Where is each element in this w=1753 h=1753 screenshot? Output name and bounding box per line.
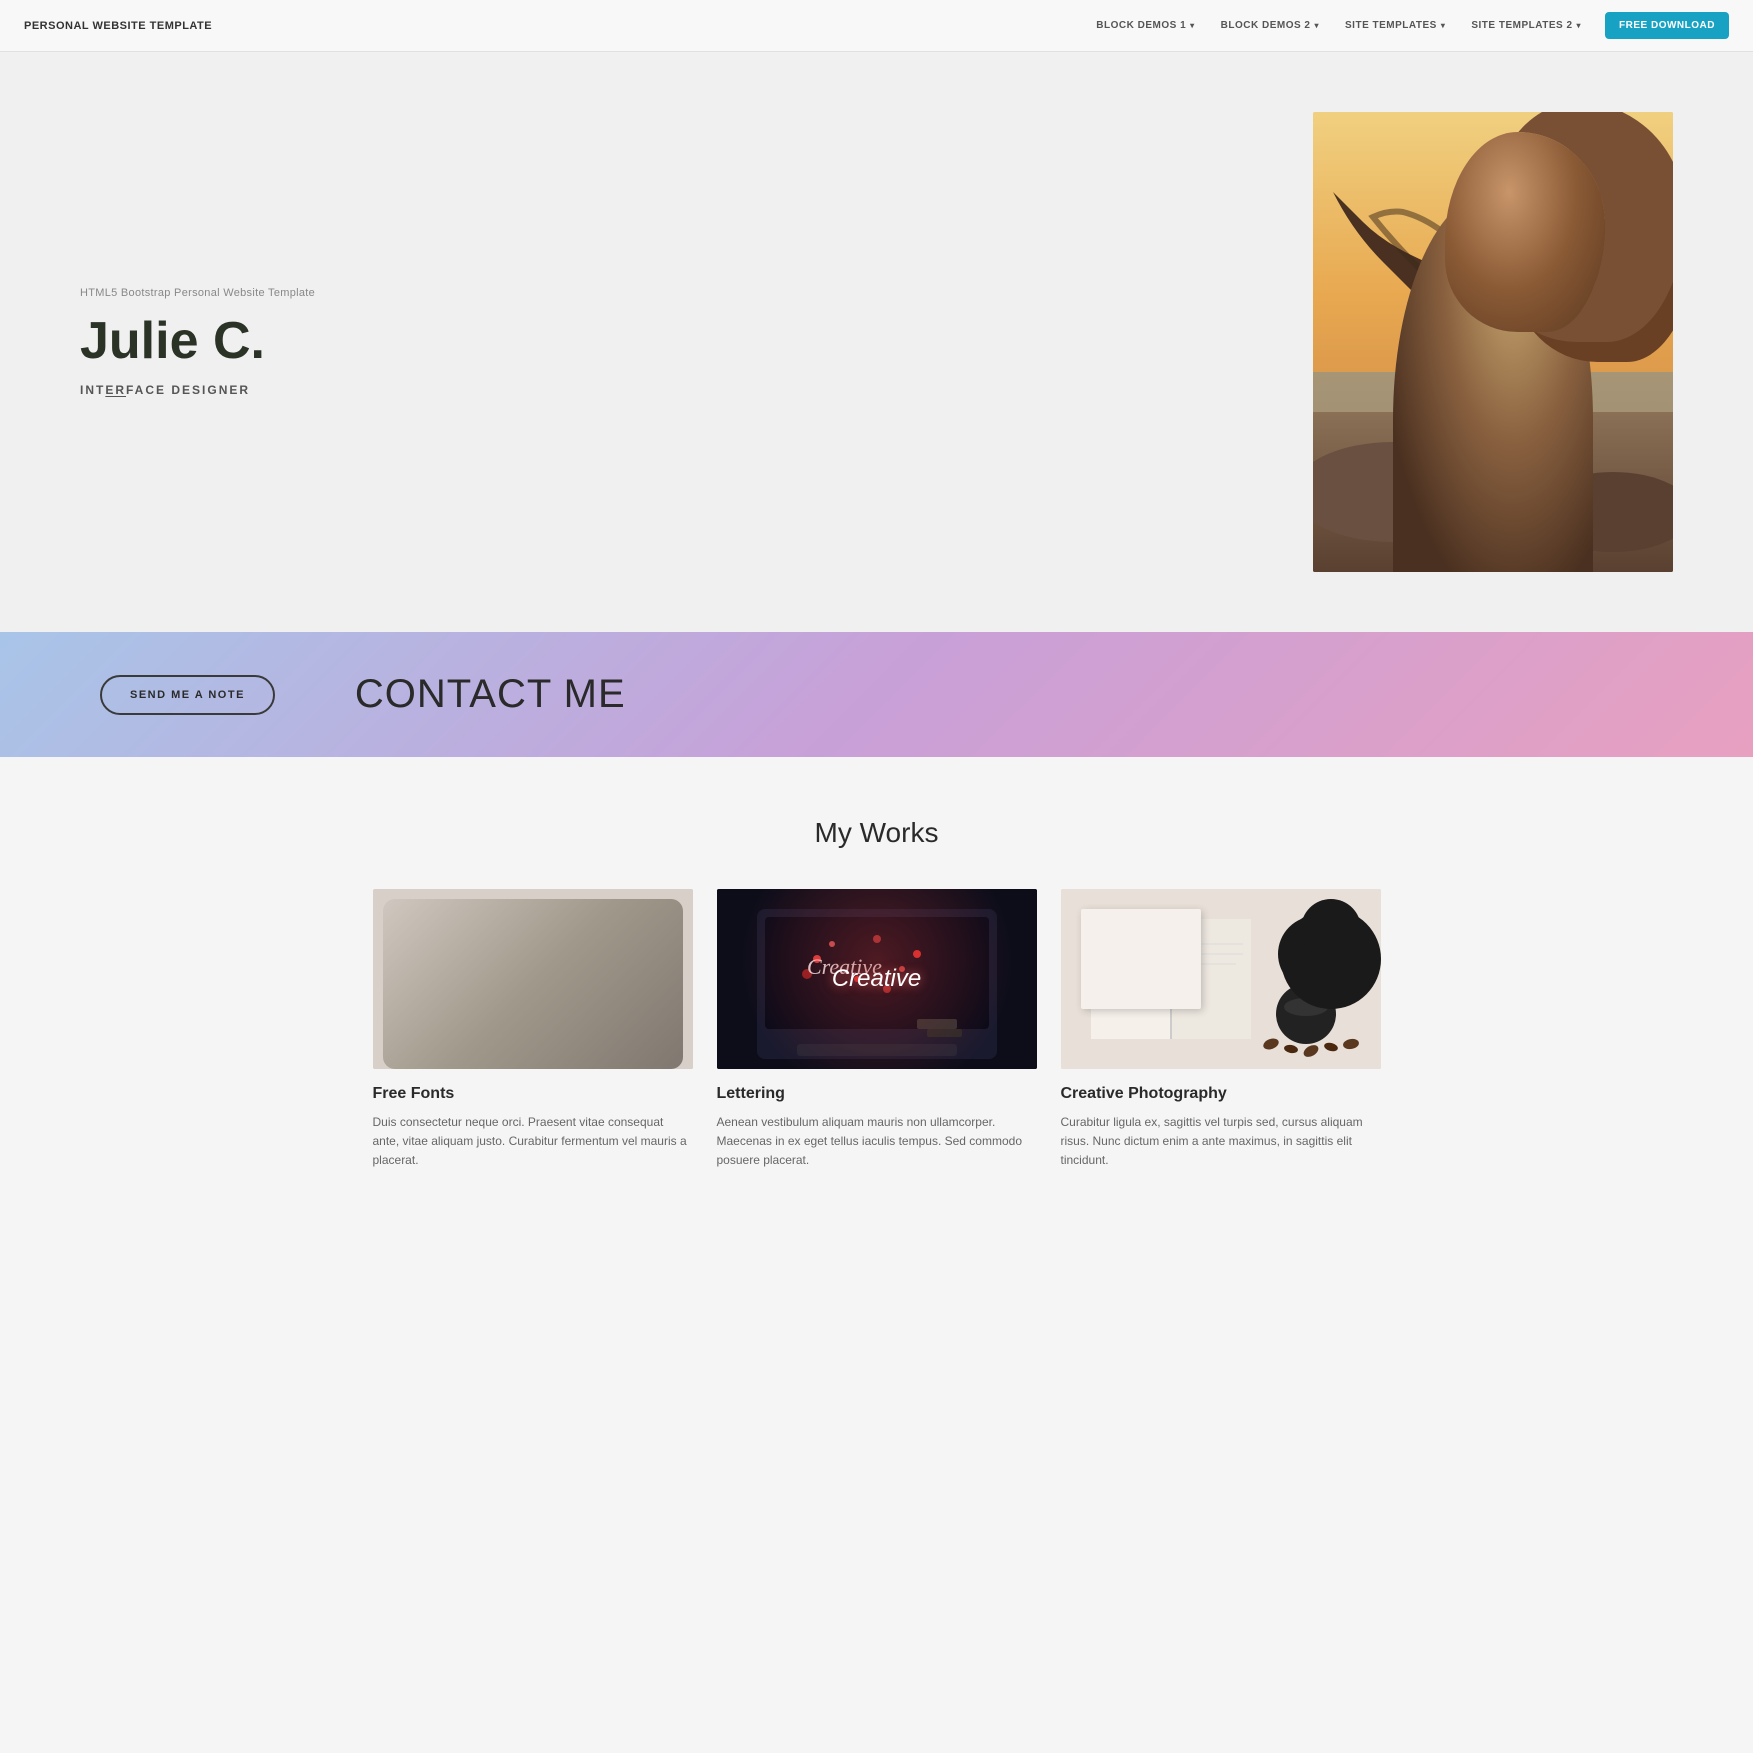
svg-text:/dɪˈzaɪn/: /dɪˈzaɪn/ (453, 953, 483, 963)
nav-block-demos-2[interactable]: BLOCK DEMOS 2 ▾ (1211, 14, 1329, 37)
free-download-button[interactable]: FREE DOWNLOAD (1605, 12, 1729, 39)
chevron-down-icon: ▾ (1441, 21, 1446, 30)
works-grid: de·sign /dɪˈzaɪn/ noun · verb 1. a plan … (80, 889, 1673, 1171)
work-image-2: Creative (717, 889, 1037, 1069)
send-note-button[interactable]: SEND ME A NOTE (100, 675, 275, 715)
hero-content: HTML5 Bootstrap Personal Website Templat… (80, 287, 530, 396)
svg-text:Creative: Creative (807, 954, 882, 979)
hero-subtitle: HTML5 Bootstrap Personal Website Templat… (80, 287, 530, 299)
works-section-title: My Works (80, 817, 1673, 849)
work-svg-3 (1061, 889, 1381, 1069)
nav-links: BLOCK DEMOS 1 ▾ BLOCK DEMOS 2 ▾ SITE TEM… (1086, 12, 1729, 39)
work-card-3-desc: Curabitur ligula ex, sagittis vel turpis… (1061, 1113, 1381, 1171)
chevron-down-icon: ▾ (1315, 21, 1320, 30)
work-svg-2: Creative (717, 889, 1037, 1069)
svg-text:to show the look...: to show the look... (453, 1002, 509, 1009)
hero-image-container (1313, 112, 1673, 572)
svg-text:de·sign: de·sign (453, 931, 502, 948)
work-card-3: Creative Photography Curabitur ligula ex… (1061, 889, 1381, 1171)
navbar: PERSONAL WEBSITE TEMPLATE BLOCK DEMOS 1 … (0, 0, 1753, 52)
work-image-1: de·sign /dɪˈzaɪn/ noun · verb 1. a plan … (373, 889, 693, 1069)
work-card-1-desc: Duis consectetur neque orci. Praesent vi… (373, 1113, 693, 1171)
work-card-2-desc: Aenean vestibulum aliquam mauris non ull… (717, 1113, 1037, 1171)
svg-text:noun · verb: noun · verb (453, 972, 489, 979)
portrait-svg (1313, 112, 1673, 572)
work-card-3-title: Creative Photography (1061, 1085, 1381, 1103)
work-svg-1: de·sign /dɪˈzaɪn/ noun · verb 1. a plan … (373, 889, 693, 1069)
work-card-2: Creative Lettering Aenean vestibulum ali… (717, 889, 1037, 1171)
contact-title: CONTACT ME (355, 672, 626, 717)
chevron-down-icon: ▾ (1190, 21, 1195, 30)
contact-section: SEND ME A NOTE CONTACT ME (0, 632, 1753, 757)
hero-role-underline: ER (105, 383, 126, 397)
hero-role-suffix: FACE DESIGNER (126, 383, 250, 397)
chevron-down-icon: ▾ (1577, 21, 1582, 30)
hero-portrait (1313, 112, 1673, 572)
hero-section: HTML5 Bootstrap Personal Website Templat… (0, 52, 1753, 632)
svg-text:1. a plan or drawing produced: 1. a plan or drawing produced (453, 992, 546, 999)
hero-name: Julie C. (80, 313, 530, 370)
hero-role-prefix: INT (80, 383, 105, 397)
work-card-1: de·sign /dɪˈzaɪn/ noun · verb 1. a plan … (373, 889, 693, 1171)
nav-site-templates-2[interactable]: SITE TEMPLATES 2 ▾ (1461, 14, 1591, 37)
nav-block-demos-1[interactable]: BLOCK DEMOS 1 ▾ (1086, 14, 1204, 37)
work-card-2-title: Lettering (717, 1085, 1037, 1103)
work-image-3 (1061, 889, 1381, 1069)
nav-site-templates[interactable]: SITE TEMPLATES ▾ (1335, 14, 1455, 37)
works-section: My Works de·sign /dɪˈzaɪn/ noun · verb 1… (0, 757, 1753, 1231)
hero-role: INTERFACE DESIGNER (80, 383, 530, 397)
work-card-1-title: Free Fonts (373, 1085, 693, 1103)
site-logo: PERSONAL WEBSITE TEMPLATE (24, 20, 212, 32)
